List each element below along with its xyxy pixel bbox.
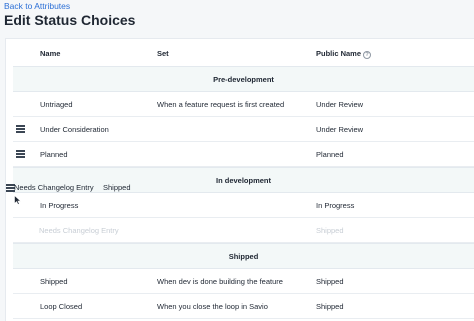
back-to-attributes-link[interactable]: Back to Attributes bbox=[4, 1, 70, 11]
group-label: Shipped bbox=[228, 252, 259, 261]
status-name: Needs Changelog Entry bbox=[39, 226, 119, 235]
table-row[interactable]: Planned Planned bbox=[13, 142, 474, 167]
column-header-public-name: Public Name? bbox=[316, 49, 372, 59]
move-cursor-icon bbox=[14, 195, 22, 205]
drag-handle-icon[interactable] bbox=[16, 150, 25, 158]
status-public-name: Under Review bbox=[316, 125, 364, 134]
column-header-public-name-label: Public Name bbox=[316, 49, 362, 58]
drag-ghost-name: Needs Changelog Entry bbox=[14, 183, 94, 192]
drag-placeholder-row: Needs Changelog Entry Shipped bbox=[13, 218, 474, 243]
page-title: Edit Status Choices bbox=[4, 12, 136, 28]
table-row[interactable]: Shipped When dev is done building the fe… bbox=[13, 269, 474, 294]
status-name: Planned bbox=[40, 150, 68, 159]
column-header-set: Set bbox=[157, 49, 169, 58]
status-set: When dev is done building the feature bbox=[157, 277, 283, 286]
status-public-name: Planned bbox=[316, 150, 344, 159]
status-name: Shipped bbox=[40, 277, 68, 286]
status-set: When you close the loop in Savio bbox=[157, 302, 268, 311]
group-header-shipped: Shipped bbox=[13, 243, 474, 269]
status-public-name: Shipped bbox=[316, 226, 344, 235]
table-row[interactable]: Untriaged When a feature request is firs… bbox=[13, 92, 474, 117]
drag-ghost-row[interactable]: Needs Changelog Entry Shipped bbox=[0, 181, 160, 195]
status-name: Untriaged bbox=[40, 100, 73, 109]
help-circle-icon[interactable]: ? bbox=[363, 51, 372, 59]
drag-handle-icon[interactable] bbox=[16, 125, 25, 133]
group-label: Pre-development bbox=[213, 75, 274, 84]
group-header-pre-development: Pre-development bbox=[13, 66, 474, 92]
table-row[interactable]: Under Consideration Under Review bbox=[13, 117, 474, 142]
status-public-name: Under Review bbox=[316, 100, 364, 109]
status-set: When a feature request is first created bbox=[157, 100, 285, 109]
status-name: Loop Closed bbox=[40, 302, 83, 311]
status-public-name: Shipped bbox=[316, 277, 344, 286]
status-name: In Progress bbox=[40, 201, 79, 210]
status-public-name: In Progress bbox=[316, 201, 355, 210]
column-header-name: Name bbox=[40, 49, 61, 58]
table-row[interactable]: In Progress In Progress bbox=[13, 193, 474, 218]
status-choices-table: Name Set Public Name? Pre-development Un… bbox=[5, 38, 474, 321]
status-name: Under Consideration bbox=[40, 125, 109, 134]
table-row[interactable]: Loop Closed When you close the loop in S… bbox=[13, 294, 474, 319]
status-public-name: Shipped bbox=[316, 302, 344, 311]
drag-ghost-public-name: Shipped bbox=[103, 183, 131, 192]
